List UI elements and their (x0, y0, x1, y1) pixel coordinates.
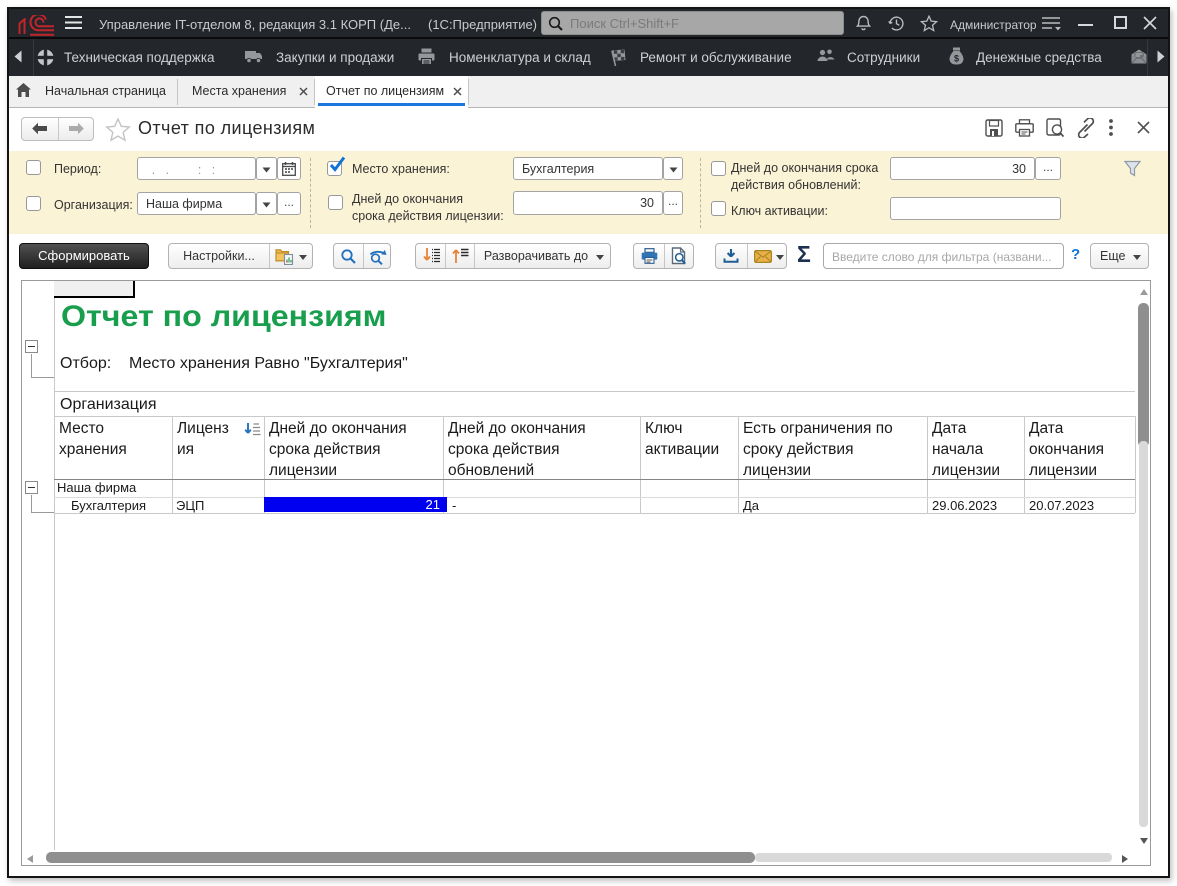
svg-text:$: $ (954, 54, 959, 64)
